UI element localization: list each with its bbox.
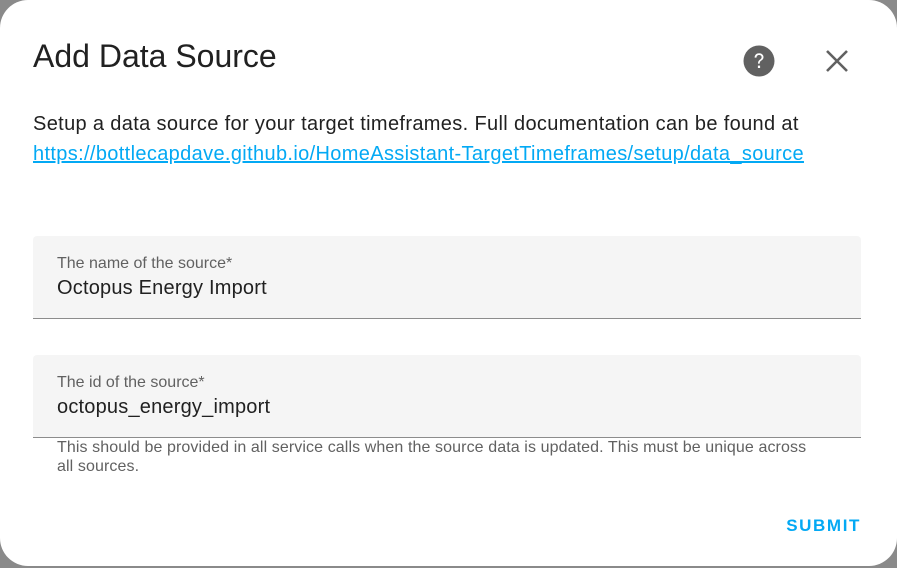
dialog-description: Setup a data source for your target time… — [33, 109, 863, 169]
dialog-title: Add Data Source — [33, 38, 277, 74]
source-id-label: The id of the source* — [57, 374, 205, 391]
close-button[interactable] — [821, 45, 853, 77]
submit-button[interactable]: SUBMIT — [786, 516, 861, 536]
source-name-input[interactable]: Octopus Energy Import — [57, 277, 267, 300]
documentation-link[interactable]: https://bottlecapdave.github.io/HomeAssi… — [33, 143, 804, 165]
source-id-input[interactable]: octopus_energy_import — [57, 396, 270, 419]
description-text: Setup a data source for your target time… — [33, 113, 799, 135]
source-id-field[interactable]: The id of the source* octopus_energy_imp… — [33, 355, 861, 438]
help-button[interactable] — [743, 45, 775, 77]
source-id-helper-text: This should be provided in all service c… — [57, 439, 807, 475]
add-data-source-dialog: Add Data Source Setup a data source for … — [0, 0, 897, 566]
source-name-label: The name of the source* — [57, 255, 233, 272]
close-icon — [826, 50, 848, 72]
source-name-field[interactable]: The name of the source* Octopus Energy I… — [33, 236, 861, 319]
help-circle-icon — [743, 45, 775, 77]
